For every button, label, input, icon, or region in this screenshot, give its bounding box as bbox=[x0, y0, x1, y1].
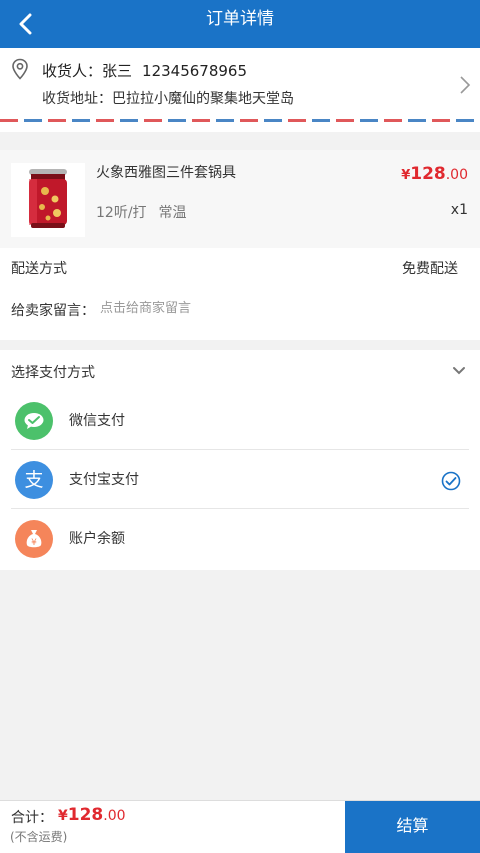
total-integer: 128 bbox=[67, 805, 104, 825]
recipient-phone: 12345678965 bbox=[142, 62, 248, 80]
product-name: 火象西雅图三件套锅具 bbox=[96, 165, 236, 181]
total-price: ¥128.00 bbox=[58, 805, 126, 825]
payment-option-alipay[interactable]: 支 支付宝支付 bbox=[11, 451, 469, 509]
alipay-icon: 支 bbox=[15, 461, 53, 499]
seller-message-input[interactable] bbox=[100, 296, 400, 320]
total-label: 合计： bbox=[11, 810, 53, 826]
product-spec-pack: 12听/打 bbox=[96, 205, 147, 221]
page-title: 订单详情 bbox=[206, 9, 274, 29]
header-bar: 订单详情 bbox=[0, 0, 480, 48]
checkout-button[interactable]: 结算 bbox=[345, 801, 480, 853]
airmail-border bbox=[0, 119, 480, 122]
payment-option-label: 支付宝支付 bbox=[69, 472, 139, 488]
footer-bar: 合计： ¥128.00 (不含运费) 结算 bbox=[0, 800, 480, 853]
product-price: ¥128.00 bbox=[401, 164, 468, 184]
product-item[interactable]: 火象西雅图三件套锅具 12听/打 常温 ¥128.00 x1 bbox=[0, 150, 480, 248]
recipient-info: 收货人：张三 12345678965 bbox=[42, 60, 247, 81]
message-label: 给卖家留言： bbox=[11, 303, 95, 319]
delivery-method-value: 免费配送 bbox=[402, 261, 458, 277]
canister-image bbox=[29, 169, 67, 228]
payment-option-wechat[interactable]: 微信支付 bbox=[11, 392, 469, 450]
wechat-pay-icon bbox=[15, 402, 53, 440]
chevron-right-icon bbox=[460, 76, 471, 94]
price-symbol: ¥ bbox=[401, 168, 411, 183]
delivery-section: 配送方式 免费配送 给卖家留言： bbox=[0, 248, 480, 340]
payment-section: 选择支付方式 微信支付 支 支付宝支付 ¥ 账户余额 bbox=[0, 350, 480, 570]
svg-text:¥: ¥ bbox=[31, 538, 37, 548]
price-integer: 128 bbox=[410, 164, 446, 184]
shipping-address[interactable]: 收货人：张三 12345678965 收货地址：巴拉拉小魔仙的聚集地天堂岛 bbox=[0, 48, 480, 132]
money-bag-icon: ¥ bbox=[15, 520, 53, 558]
recipient-name: 张三 bbox=[102, 62, 133, 80]
total-symbol: ¥ bbox=[58, 808, 68, 824]
payment-title: 选择支付方式 bbox=[11, 365, 95, 381]
check-circle-icon bbox=[441, 471, 461, 491]
product-quantity: x1 bbox=[450, 202, 468, 218]
delivery-method-label: 配送方式 bbox=[11, 261, 67, 277]
location-pin-icon bbox=[12, 58, 28, 80]
shipping-note: (不含运费) bbox=[10, 830, 68, 844]
payment-option-label: 账户余额 bbox=[69, 531, 125, 547]
product-spec: 12听/打 常温 bbox=[96, 202, 199, 222]
total-decimal: .00 bbox=[103, 808, 126, 824]
chevron-down-icon[interactable] bbox=[452, 366, 466, 376]
payment-option-balance[interactable]: ¥ 账户余额 bbox=[11, 510, 469, 568]
payment-option-label: 微信支付 bbox=[69, 413, 125, 429]
address-value: 巴拉拉小魔仙的聚集地天堂岛 bbox=[112, 91, 294, 107]
address-label: 收货地址： bbox=[42, 91, 112, 107]
recipient-label: 收货人： bbox=[42, 62, 103, 80]
price-decimal: .00 bbox=[445, 167, 468, 183]
product-image bbox=[11, 163, 85, 237]
product-spec-temp: 常温 bbox=[158, 205, 187, 221]
address-line: 收货地址：巴拉拉小魔仙的聚集地天堂岛 bbox=[42, 88, 294, 108]
